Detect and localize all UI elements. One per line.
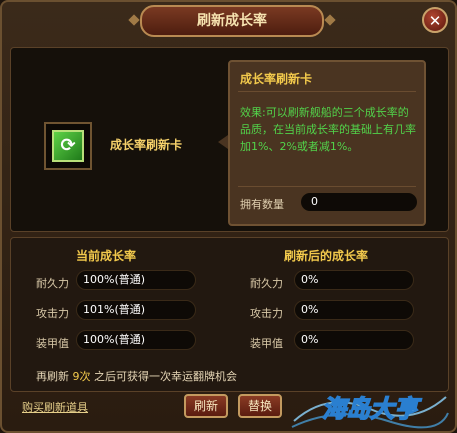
title-ornament-left [128, 14, 140, 26]
owned-count-label: 拥有数量 [240, 198, 284, 211]
refresh-growth-dialog: 刷新成长率 ✕ ⟳ 成长率刷新卡 成长率刷新卡 效果:可以刷新舰船的三个成长率的… [0, 0, 457, 433]
current-attack-label: 攻击力 [36, 307, 69, 320]
refresh-button[interactable]: 刷新 [184, 394, 228, 418]
tooltip-arrow [218, 135, 228, 149]
refreshed-attack-value: 0% [294, 300, 414, 320]
lucky-draw-count: 9次 [72, 370, 91, 383]
lucky-draw-suffix: 之后可获得一次幸运翻牌机会 [94, 370, 237, 383]
game-logo: 海岛大亨 [291, 394, 449, 429]
refreshed-attack-label: 攻击力 [250, 307, 283, 320]
tooltip-divider-bottom [238, 186, 416, 187]
refreshed-durability-value: 0% [294, 270, 414, 290]
refreshed-armor-value: 0% [294, 330, 414, 350]
item-name: 成长率刷新卡 [110, 138, 183, 152]
refreshed-growth-header: 刷新后的成长率 [284, 249, 369, 263]
title-ornament-right [324, 14, 336, 26]
current-durability-label: 耐久力 [36, 277, 69, 290]
game-logo-text: 海岛大亨 [322, 395, 422, 423]
item-slot[interactable]: ⟳ [44, 122, 92, 170]
current-armor-label: 装甲值 [36, 337, 69, 350]
replace-button[interactable]: 替换 [238, 394, 282, 418]
current-attack-value: 101%(普通) [76, 300, 196, 320]
refreshed-durability-label: 耐久力 [250, 277, 283, 290]
current-growth-header: 当前成长率 [76, 249, 137, 263]
current-armor-value: 100%(普通) [76, 330, 196, 350]
refreshed-armor-label: 装甲值 [250, 337, 283, 350]
item-tooltip: 成长率刷新卡 效果:可以刷新舰船的三个成长率的品质，在当前成长率的基础上有几率加… [228, 60, 426, 226]
close-icon: ✕ [428, 12, 442, 30]
owned-count-value: 0 [300, 192, 418, 212]
refresh-card-icon: ⟳ [52, 130, 84, 162]
tooltip-divider [238, 91, 416, 92]
lucky-draw-prefix: 再刷新 [36, 370, 69, 383]
tooltip-description: 效果:可以刷新舰船的三个成长率的品质，在当前成长率的基础上有几率加1%、2%或者… [240, 106, 416, 153]
dialog-title: 刷新成长率 [140, 5, 324, 37]
lucky-draw-info: 再刷新 9次 之后可获得一次幸运翻牌机会 [36, 368, 237, 384]
buy-refresh-item-link[interactable]: 购买刷新道具 [22, 399, 88, 415]
tooltip-title: 成长率刷新卡 [240, 72, 313, 86]
close-button[interactable]: ✕ [422, 7, 448, 33]
current-durability-value: 100%(普通) [76, 270, 196, 290]
